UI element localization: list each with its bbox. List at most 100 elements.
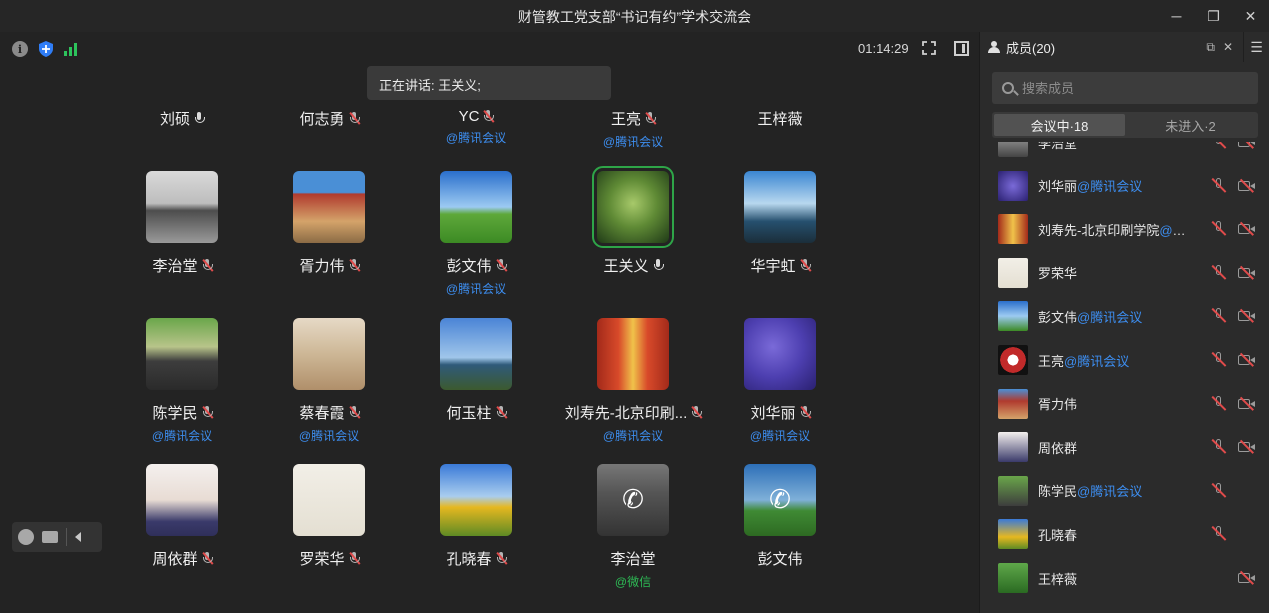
participant-name-only[interactable]: 王梓薇: [710, 108, 850, 129]
participant-name-text: 刘寿先-北京印刷...: [564, 405, 688, 422]
participant-name-only[interactable]: YC @腾讯会议: [406, 108, 546, 146]
info-icon[interactable]: i: [12, 41, 28, 57]
camera-off-icon[interactable]: [1238, 440, 1256, 454]
search-input[interactable]: [1022, 80, 1242, 96]
participant-tile[interactable]: 何玉柱: [406, 318, 546, 423]
member-row[interactable]: 王亮@腾讯会议: [980, 338, 1269, 382]
mic-muted-icon[interactable]: [1212, 352, 1226, 368]
member-name-text: 陈学民: [1038, 484, 1078, 500]
participant-tile[interactable]: 周依群: [112, 464, 252, 569]
camera-off-icon[interactable]: [1238, 397, 1256, 411]
mic-muted-icon[interactable]: [1212, 221, 1226, 237]
restore-button[interactable]: ❐: [1195, 0, 1232, 32]
member-row[interactable]: 刘寿先-北京印刷学院@腾...: [980, 207, 1269, 251]
emoji-icon[interactable]: [18, 529, 34, 545]
member-name: 王梓薇: [1038, 569, 1077, 588]
member-row[interactable]: 李治堂: [980, 142, 1269, 164]
participant-name-only[interactable]: 何志勇: [259, 108, 399, 129]
member-row[interactable]: 刘华丽@腾讯会议: [980, 164, 1269, 208]
participant-name-text: 陈学民: [152, 405, 198, 422]
participant-tile[interactable]: 彭文伟 @腾讯会议: [406, 171, 546, 297]
member-name: 王亮@腾讯会议: [1038, 351, 1129, 370]
participant-tile[interactable]: ✆ 李治堂 @微信: [556, 464, 710, 590]
camera-off-icon[interactable]: [1238, 222, 1256, 236]
participant-tile[interactable]: 李治堂: [112, 171, 252, 276]
member-source-tag: @腾讯会议: [1077, 309, 1143, 325]
member-name-text: 胥力伟: [1038, 397, 1078, 413]
participant-tile[interactable]: 罗荣华: [259, 464, 399, 569]
member-avatar: [998, 345, 1028, 375]
participant-tile[interactable]: 刘寿先-北京印刷... @腾讯会议: [556, 318, 710, 444]
participant-tile[interactable]: 陈学民 @腾讯会议: [112, 318, 252, 444]
member-source-tag: @腾...: [1159, 222, 1188, 238]
close-button[interactable]: ✕: [1232, 0, 1269, 32]
mic-muted-icon[interactable]: [1212, 526, 1226, 542]
camera-off-icon[interactable]: [1238, 179, 1256, 193]
participant-tile[interactable]: 胥力伟: [259, 171, 399, 276]
participant-tile[interactable]: 王关义: [556, 166, 710, 276]
camera-off-icon[interactable]: [1238, 309, 1256, 323]
member-row[interactable]: 罗荣华: [980, 251, 1269, 295]
mic-muted-icon[interactable]: [1212, 264, 1226, 281]
participant-tile[interactable]: 孔晓春: [406, 464, 546, 569]
participant-avatar: [744, 318, 816, 390]
tab-in-meeting[interactable]: 会议中·18: [994, 114, 1125, 136]
member-row[interactable]: 周依群: [980, 425, 1269, 469]
phone-icon: ✆: [769, 485, 791, 515]
chat-icon[interactable]: [42, 531, 58, 543]
fullscreen-icon[interactable]: [922, 41, 936, 55]
member-name-text: 王梓薇: [1038, 571, 1078, 587]
mic-muted-icon[interactable]: [1212, 142, 1226, 150]
mic-icon: [194, 112, 205, 125]
window-title: 财管教工党支部“书记有约”学术交流会: [517, 9, 752, 25]
member-avatar: [998, 170, 1028, 201]
participant-tile[interactable]: 刘华丽 @腾讯会议: [710, 318, 850, 444]
mic-muted-icon[interactable]: [1212, 439, 1226, 455]
close-panel-icon[interactable]: ✕: [1223, 40, 1233, 55]
member-row[interactable]: 孔晓春: [980, 512, 1269, 556]
member-search[interactable]: [992, 72, 1258, 104]
member-name: 周依群: [1038, 438, 1077, 457]
camera-off-icon[interactable]: [1238, 353, 1256, 367]
divider: [66, 528, 67, 546]
member-row[interactable]: 彭文伟@腾讯会议: [980, 294, 1269, 338]
member-avatar: [998, 519, 1028, 550]
camera-off-icon[interactable]: [1238, 266, 1256, 280]
participant-tile[interactable]: 蔡春霞 @腾讯会议: [259, 318, 399, 444]
tab-not-joined[interactable]: 未进入·2: [1125, 114, 1256, 136]
popout-icon[interactable]: ⧉: [1206, 40, 1215, 55]
participant-tile[interactable]: 华宇虹: [710, 171, 850, 276]
participant-name-only[interactable]: 刘硕: [112, 108, 252, 129]
mic-muted-icon[interactable]: [1212, 482, 1226, 499]
camera-off-icon[interactable]: [1238, 571, 1256, 585]
member-avatar: [998, 214, 1028, 245]
shield-icon[interactable]: [38, 40, 54, 58]
minimize-button[interactable]: ─: [1158, 0, 1195, 32]
mic-muted-icon: [201, 552, 213, 565]
participant-tile[interactable]: ✆ 彭文伟: [710, 464, 850, 569]
member-avatar: [998, 475, 1028, 506]
participant-avatar: [293, 464, 365, 536]
participant-name-only[interactable]: 王亮 @腾讯会议: [563, 108, 703, 150]
collapse-arrow-icon[interactable]: [75, 532, 81, 542]
mic-muted-icon[interactable]: [1212, 395, 1226, 412]
speaking-indicator: 正在讲话: 王关义;: [367, 66, 611, 100]
signal-icon[interactable]: [64, 42, 77, 56]
member-name: 李治堂: [1038, 142, 1077, 152]
member-row[interactable]: 王梓薇: [980, 556, 1269, 600]
camera-off-icon[interactable]: [1238, 142, 1256, 149]
participant-name: 何玉柱: [406, 402, 546, 423]
mic-muted-icon[interactable]: [1212, 177, 1226, 194]
layout-toggle-icon[interactable]: [954, 41, 969, 56]
mic-muted-icon: [348, 112, 360, 125]
menu-icon[interactable]: ☰: [1243, 32, 1269, 62]
participant-avatar: [146, 171, 218, 243]
member-row[interactable]: 胥力伟: [980, 382, 1269, 426]
member-name: 刘华丽@腾讯会议: [1038, 176, 1142, 195]
participant-avatar: [440, 171, 512, 243]
member-row[interactable]: 陈学民@腾讯会议: [980, 469, 1269, 513]
mic-muted-icon[interactable]: [1212, 308, 1226, 324]
mic-muted-icon: [691, 406, 703, 419]
people-icon: [988, 41, 1002, 53]
participant-name-text: 王关义: [603, 258, 649, 275]
